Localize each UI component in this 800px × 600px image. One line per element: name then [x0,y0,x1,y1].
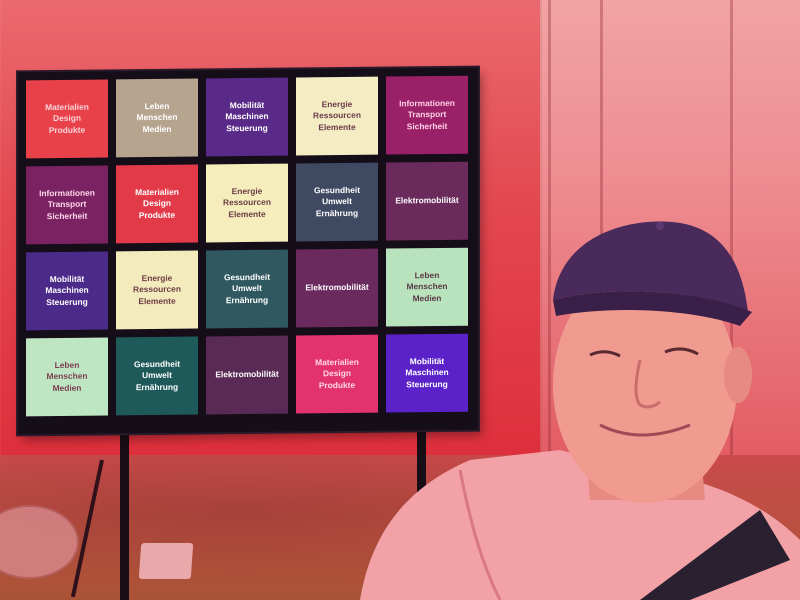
photo-scene: Materialien Design Produkte Leben Menschen Me… [0,0,800,600]
person [360,221,800,600]
